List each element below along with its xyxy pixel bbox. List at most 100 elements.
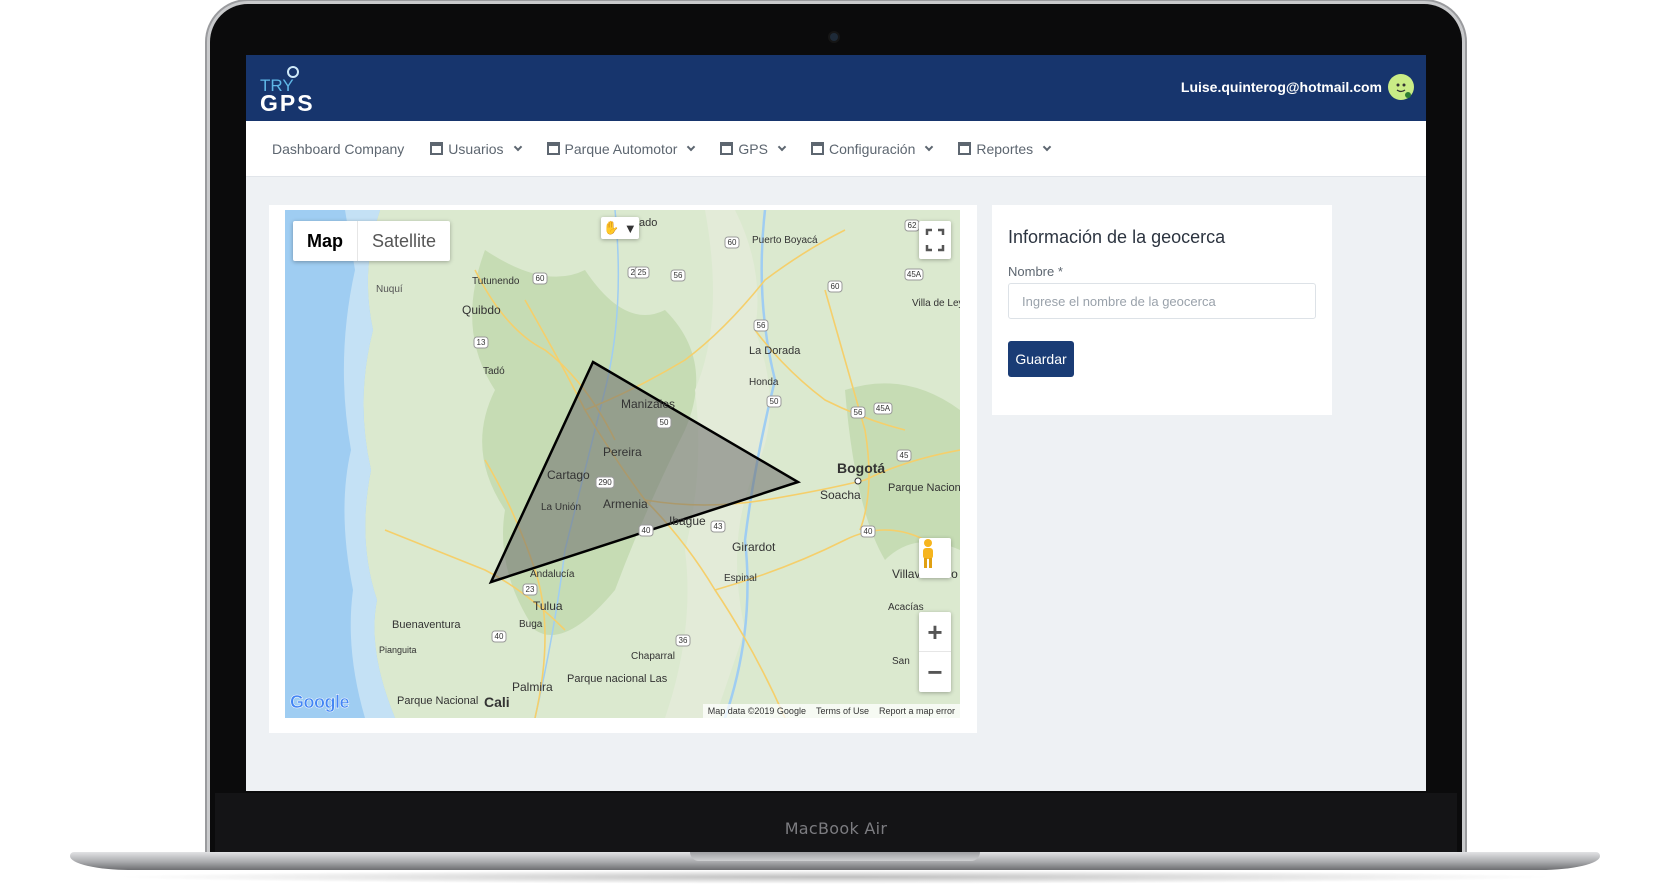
map-type-map-button[interactable]: Map (293, 221, 357, 261)
name-label: Nombre * (1008, 264, 1063, 279)
nav-label: Dashboard Company (272, 140, 405, 157)
place-label: La Unión (541, 502, 581, 513)
user-email[interactable]: Luise.quinterog@hotmail.com (1181, 79, 1382, 95)
nav-reportes[interactable]: Reportes (958, 140, 1052, 157)
zoom-in-button[interactable]: + (919, 612, 951, 652)
svg-text:43: 43 (714, 522, 723, 531)
svg-text:36: 36 (679, 636, 688, 645)
svg-text:290: 290 (598, 478, 612, 487)
street-view-button[interactable] (919, 538, 951, 578)
svg-text:23: 23 (526, 585, 535, 594)
map-attribution: Map data ©2019 Google Terms of Use Repor… (702, 704, 960, 718)
map-data-text: Map data ©2019 Google (707, 706, 806, 716)
svg-text:40: 40 (864, 527, 873, 536)
nav-configuracion[interactable]: Configuración (810, 141, 934, 157)
top-bar: TRY GPS Luise.quinterog@hotmail.com (246, 55, 1426, 121)
table-icon (958, 142, 972, 155)
place-label: La Dorada (749, 345, 801, 357)
place-label: Palmira (512, 680, 553, 694)
place-label: ado (639, 217, 657, 229)
svg-text:45A: 45A (876, 404, 891, 413)
nav-usuarios[interactable]: Usuarios (430, 140, 522, 157)
place-label: Nuquí (376, 284, 403, 295)
map-card: 60 25 56 60 60 45A 13 56 50 50 56 45A 29… (269, 205, 977, 733)
road-shield: 40 (491, 630, 507, 643)
nav-parque-automotor[interactable]: Parque Automotor (546, 141, 696, 157)
chevron-down-icon (777, 142, 787, 151)
table-icon (430, 142, 444, 155)
map-type-control: Map Satellite (293, 221, 451, 261)
main-nav: Dashboard Company Usuarios Parque Automo… (246, 121, 1426, 177)
trygps-logo[interactable]: TRY GPS (260, 63, 340, 115)
road-shield: 62 (904, 219, 920, 232)
svg-text:13: 13 (477, 338, 486, 347)
place-label: Cali (484, 694, 510, 710)
table-icon (546, 142, 560, 155)
road-shield: 45 (896, 449, 912, 462)
road-shield: 13 (473, 336, 489, 349)
nav-dashboard-company[interactable]: Dashboard Company (272, 141, 404, 157)
geofence-name-input[interactable] (1008, 283, 1316, 319)
road-shield: 45A (904, 268, 924, 281)
laptop-notch (690, 852, 980, 861)
road-shield: 60 (827, 280, 843, 293)
zoom-out-button[interactable]: − (919, 652, 951, 692)
hand-icon[interactable]: ✋ (603, 220, 619, 236)
road-shield: 25 (634, 266, 650, 279)
fullscreen-button[interactable] (919, 221, 951, 259)
chevron-down-icon (1042, 142, 1052, 151)
device-label: MacBook Air (784, 819, 888, 838)
place-label: Parque Nacional Natural Chingaza (888, 482, 960, 494)
place-label: Ibague (669, 514, 706, 528)
place-label: Manizales (621, 397, 675, 411)
map-svg: 60 25 56 60 60 45A 13 56 50 50 56 45A 29… (285, 210, 960, 718)
place-label: Chaparral (631, 651, 675, 662)
geofence-form-card: Información de la geocerca Nombre * Guar… (992, 205, 1332, 415)
svg-text:60: 60 (831, 282, 840, 291)
place-label: Girardot (732, 540, 776, 554)
road-shield: 50 (766, 395, 782, 408)
place-label: Puerto Boyacá (752, 235, 818, 246)
svg-text:56: 56 (674, 271, 683, 280)
road-shield: 56 (850, 406, 866, 419)
save-button[interactable]: Guardar (1008, 341, 1074, 377)
svg-text:60: 60 (536, 274, 545, 283)
terms-of-use-link[interactable]: Terms of Use (816, 704, 869, 718)
nav-label: Usuarios (448, 140, 504, 157)
screen: TRY GPS Luise.quinterog@hotmail.com Dash… (246, 55, 1426, 791)
svg-text:GPS: GPS (260, 90, 315, 115)
place-label: Soacha (820, 488, 861, 502)
nav-gps[interactable]: GPS (720, 140, 787, 157)
place-label: Parque Nacional (397, 695, 478, 707)
drawing-tools: ✋ ▼ (601, 217, 639, 239)
svg-text:45: 45 (900, 451, 909, 460)
map-type-satellite-button[interactable]: Satellite (357, 221, 450, 261)
road-shield: 56 (753, 319, 769, 332)
nav-label: GPS (738, 140, 768, 157)
svg-text:40: 40 (642, 526, 651, 535)
place-label: Espinal (724, 573, 757, 584)
place-label: Buga (519, 619, 543, 630)
form-title: Información de la geocerca (1008, 227, 1226, 247)
report-map-error-link[interactable]: Report a map error (879, 704, 955, 718)
road-shield: 60 (532, 272, 548, 285)
place-label: Tutunendo (472, 276, 520, 287)
camera (830, 33, 838, 41)
road-shield: 36 (675, 634, 691, 647)
table-icon (810, 142, 824, 155)
chevron-down-icon (925, 142, 934, 151)
user-avatar[interactable] (1388, 74, 1414, 100)
polygon-draw-icon[interactable]: ▼ (624, 221, 637, 236)
laptop-shadow (110, 870, 1560, 884)
svg-text:45A: 45A (907, 270, 922, 279)
svg-text:50: 50 (660, 418, 669, 427)
map-canvas[interactable]: 60 25 56 60 60 45A 13 56 50 50 56 45A 29… (285, 210, 960, 718)
place-label: Cartago (547, 468, 590, 482)
table-icon (720, 142, 734, 155)
road-shield: 60 (724, 236, 740, 249)
road-shield: 23 (522, 583, 538, 596)
nav-label: Reportes (976, 140, 1034, 157)
user-menu[interactable]: Luise.quinterog@hotmail.com (1181, 74, 1414, 100)
svg-text:25: 25 (638, 268, 647, 277)
place-label: Parque nacional Las (567, 673, 668, 685)
